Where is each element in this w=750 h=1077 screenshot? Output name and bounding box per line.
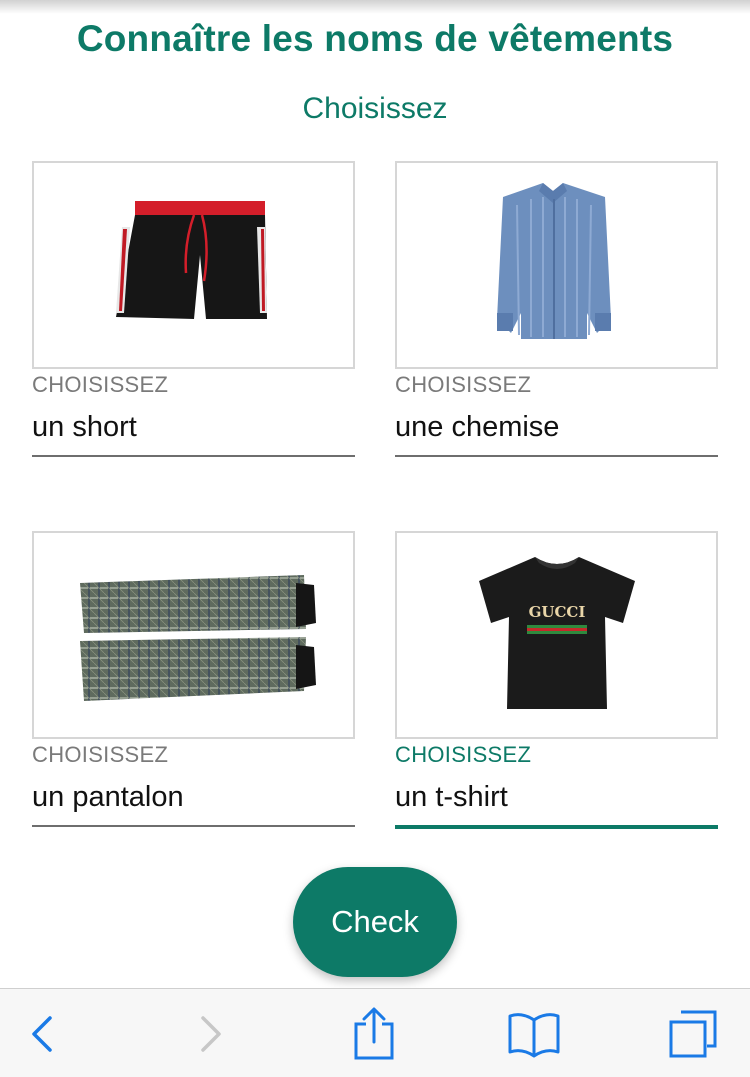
back-button[interactable] bbox=[3, 989, 83, 1077]
black-shorts-image bbox=[32, 161, 355, 369]
tshirt-logo-text: GUCCI bbox=[529, 603, 586, 621]
page-title: Connaître les noms de vêtements bbox=[76, 18, 674, 59]
trousers-illustration bbox=[80, 575, 316, 701]
tabs-icon bbox=[669, 1010, 717, 1057]
item-label-active: CHOISISSEZ bbox=[395, 742, 532, 767]
item-select-tshirt[interactable]: un t-shirt bbox=[395, 781, 718, 813]
item-card-shirt: CHOISISSEZ une chemise bbox=[395, 161, 718, 457]
bookmarks-button[interactable] bbox=[494, 989, 574, 1077]
plaid-trousers-image bbox=[32, 531, 355, 739]
browser-toolbar bbox=[0, 988, 750, 1077]
field-underline bbox=[32, 825, 355, 827]
back-arrow-icon bbox=[32, 1015, 52, 1052]
forward-arrow-icon bbox=[201, 1015, 221, 1052]
blue-shirt-image bbox=[395, 161, 718, 369]
bookmarks-icon bbox=[508, 1012, 560, 1057]
item-select-shirt[interactable]: une chemise bbox=[395, 411, 718, 443]
shorts-illustration bbox=[116, 201, 267, 319]
item-card-tshirt: GUCCI CHOISISSEZ un t-shirt bbox=[395, 531, 718, 829]
black-tshirt-image: GUCCI bbox=[395, 531, 718, 739]
check-button[interactable]: Check bbox=[293, 867, 457, 977]
field-underline bbox=[32, 455, 355, 457]
page-subtitle: Choisissez bbox=[302, 92, 448, 125]
item-card-shorts: CHOISISSEZ un short bbox=[32, 161, 355, 457]
page: Connaître les noms de vêtements Choisiss… bbox=[0, 0, 750, 1077]
item-label: CHOISISSEZ bbox=[395, 372, 532, 397]
item-select-shorts[interactable]: un short bbox=[32, 411, 355, 443]
forward-button[interactable] bbox=[170, 989, 250, 1077]
share-icon bbox=[354, 1007, 394, 1059]
item-label: CHOISISSEZ bbox=[32, 372, 169, 397]
field-underline bbox=[395, 455, 718, 457]
shirt-illustration bbox=[497, 183, 611, 339]
item-select-trousers[interactable]: un pantalon bbox=[32, 781, 355, 813]
field-underline-active bbox=[395, 825, 718, 829]
tabs-button[interactable] bbox=[653, 989, 733, 1077]
top-shadow bbox=[0, 0, 750, 14]
item-card-trousers: CHOISISSEZ un pantalon bbox=[32, 531, 355, 827]
share-button[interactable] bbox=[334, 989, 414, 1077]
item-label: CHOISISSEZ bbox=[32, 742, 169, 767]
tshirt-illustration: GUCCI bbox=[479, 557, 635, 709]
